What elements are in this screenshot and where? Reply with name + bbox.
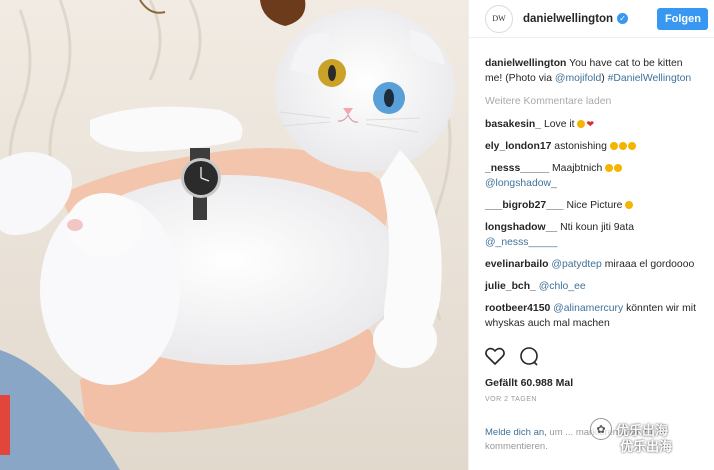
comment-mention[interactable]: @longshadow_ <box>485 178 557 189</box>
comment-item: _nesss_____ Maajbtnich @longshadow_ <box>485 161 702 191</box>
smile-emoji-icon <box>605 164 614 172</box>
smile-emoji-icon <box>618 142 627 150</box>
comment-text: Love it <box>543 119 575 130</box>
comment-username[interactable]: ___bigrob27___ <box>485 200 564 211</box>
smile-emoji-icon <box>609 142 618 150</box>
comment-item: julie_bch_ @chlo_ee <box>485 279 702 294</box>
verified-badge-icon: ✓ <box>617 13 629 24</box>
caption-hashtag[interactable]: #DanielWellington <box>608 73 692 84</box>
post-side-panel: DW danielwellington ✓ Folgen danielwelli… <box>468 0 714 470</box>
comment-username[interactable]: rootbeer4150 <box>485 303 550 314</box>
comment-mention[interactable]: @_nesss_____ <box>485 237 557 248</box>
header-username[interactable]: danielwellington <box>523 13 613 25</box>
comment-text: Maajbtnich <box>552 163 603 174</box>
post-photo[interactable] <box>0 0 468 470</box>
load-more-comments[interactable]: Weitere Kommentare laden <box>485 94 702 109</box>
post-timestamp: VOR 2 TAGEN <box>485 396 537 403</box>
comment-username[interactable]: ely_london17 <box>485 141 551 152</box>
likes-count[interactable]: Gefällt 60.988 Mal <box>485 377 573 389</box>
comment-username[interactable]: basakesin_ <box>485 119 541 130</box>
caption-mention[interactable]: @mojifold <box>555 73 601 84</box>
comment-item: ___bigrob27___ Nice Picture <box>485 198 702 213</box>
post-header: DW danielwellington ✓ Folgen <box>469 0 714 38</box>
caption-username[interactable]: danielwellington <box>485 58 566 69</box>
comments-list: danielwellington You have cat to be kitt… <box>469 38 714 331</box>
comment-mention[interactable]: @alinamercury <box>553 303 623 314</box>
comment-item: basakesin_ Love it ❤ <box>485 117 702 132</box>
comment-item: ely_london17 astonishing <box>485 139 702 154</box>
cat-photo-illustration <box>0 0 468 470</box>
comment-text: astonishing <box>554 141 607 152</box>
heart-emoji-icon: ❤ <box>586 119 594 129</box>
comment-username[interactable]: _nesss_____ <box>485 163 549 174</box>
wechat-logo-icon: ✿ <box>590 418 612 440</box>
smile-emoji-icon <box>625 201 634 209</box>
comment-item: evelinarbailo @patydtep miraaa el gordoo… <box>485 257 702 272</box>
comment-item: longshadow__ Nti koun jiti 9ata @_nesss_… <box>485 220 702 250</box>
smile-emoji-icon <box>614 164 623 172</box>
login-link[interactable]: Melde dich an, <box>485 427 547 438</box>
smile-emoji-icon <box>577 120 586 128</box>
post-actions <box>485 347 539 366</box>
post-caption: danielwellington You have cat to be kitt… <box>485 56 702 86</box>
comment-username[interactable]: evelinarbailo <box>485 259 549 270</box>
comment-mention[interactable]: @chlo_ee <box>539 281 586 292</box>
watermark-text-secondary: 优乐出海 <box>620 439 673 454</box>
comment-mention[interactable]: @patydtep <box>551 259 601 270</box>
comment-text: miraaa el gordoooo <box>604 259 695 270</box>
comment-bubble-icon[interactable] <box>519 347 539 366</box>
follow-button[interactable]: Folgen <box>656 7 708 30</box>
like-heart-icon[interactable] <box>485 347 505 366</box>
comment-username[interactable]: julie_bch_ <box>485 281 536 292</box>
brand-logo[interactable]: DW <box>485 4 513 33</box>
comment-text: Nice Picture <box>566 200 623 211</box>
comment-item: rootbeer4150 @alinamercury könnten wir m… <box>485 301 702 331</box>
comment-username[interactable]: longshadow__ <box>485 222 557 233</box>
red-accent-bar <box>0 395 10 455</box>
comment-text: Nti koun jiti 9ata <box>560 222 634 233</box>
smile-emoji-icon <box>627 142 636 150</box>
